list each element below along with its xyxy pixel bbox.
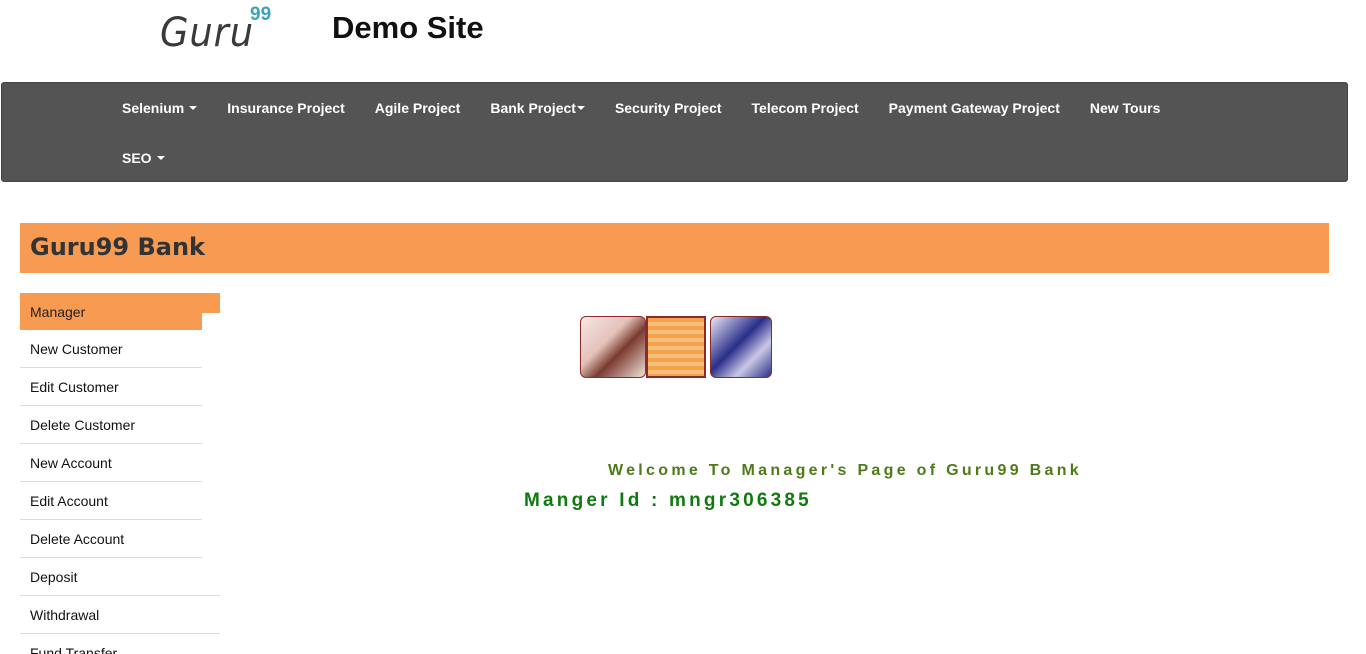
nav-payment-gateway-project[interactable]: Payment Gateway Project (874, 100, 1075, 116)
nav-new-tours[interactable]: New Tours (1075, 100, 1176, 116)
coins-stack-image (646, 316, 706, 378)
sidebar-item-label: Withdrawal (30, 606, 100, 623)
caret-down-icon (156, 156, 165, 160)
sidebar-item-withdrawal[interactable]: Withdrawal (20, 596, 220, 634)
site-title: Demo Site (332, 10, 484, 45)
sidebar-item-label: Delete Customer (30, 416, 136, 433)
nav-selenium[interactable]: Selenium (107, 100, 212, 116)
manager-id-text: Manger Id : mngr306385 (524, 490, 812, 511)
nav-bank-project[interactable]: Bank Project (475, 100, 600, 116)
sidebar-item-label: Deposit (30, 568, 78, 585)
nav-seo[interactable]: SEO (107, 150, 180, 166)
nav-selenium-label: Selenium (122, 100, 185, 116)
nav-agile-project[interactable]: Agile Project (360, 100, 476, 116)
nav-telecom-project[interactable]: Telecom Project (737, 100, 874, 116)
sidebar-item-new-customer[interactable]: New Customer (20, 330, 202, 368)
sidebar-item-label: Fund Transfer (30, 644, 118, 654)
logo-superscript: 99 (250, 4, 272, 25)
sidebar-item-delete-account[interactable]: Delete Account (20, 520, 202, 558)
nav-bank-project-label: Bank Project (490, 100, 576, 116)
sidebar-item-label: Edit Account (30, 492, 108, 509)
bank-banner: Guru99 Bank (20, 223, 1329, 273)
nav-seo-label: SEO (122, 150, 152, 166)
navbar-row-2: SEO (107, 133, 180, 183)
sidebar-menu: Manager New Customer Edit Customer Delet… (20, 293, 220, 654)
nav-insurance-project[interactable]: Insurance Project (212, 100, 360, 116)
nav-payment-gateway-project-label: Payment Gateway Project (888, 100, 1060, 116)
sidebar-item-label: New Account (30, 454, 112, 471)
sidebar-item-label: Manager (30, 303, 86, 320)
bank-title: Guru99 Bank (30, 233, 205, 261)
caret-down-icon (189, 106, 198, 110)
bank-banner-images (580, 316, 774, 380)
customer-photo-image (580, 316, 646, 378)
caret-down-icon (576, 106, 585, 110)
sidebar-item-label: New Customer (30, 340, 123, 357)
nav-telecom-project-label: Telecom Project (751, 100, 859, 116)
site-header: Guru 99 Demo Site (0, 0, 1366, 82)
navbar-row-1: Selenium Insurance Project Agile Project… (107, 83, 1175, 133)
sidebar-item-delete-customer[interactable]: Delete Customer (20, 406, 202, 444)
sidebar-item-manager[interactable]: Manager (20, 293, 220, 330)
sidebar-item-edit-account[interactable]: Edit Account (20, 482, 202, 520)
welcome-message: Welcome To Manager's Page of Guru99 Bank (608, 462, 1082, 479)
main-navbar: Selenium Insurance Project Agile Project… (1, 82, 1348, 182)
nav-insurance-project-label: Insurance Project (227, 100, 345, 116)
sidebar-item-label: Delete Account (30, 530, 125, 547)
sidebar-item-label: Edit Customer (30, 378, 119, 395)
sidebar-item-edit-customer[interactable]: Edit Customer (20, 368, 202, 406)
nav-new-tours-label: New Tours (1089, 100, 1161, 116)
logo-text: Guru (160, 10, 254, 56)
sidebar-item-fund-transfer[interactable]: Fund Transfer (20, 634, 220, 654)
nav-agile-project-label: Agile Project (374, 100, 461, 116)
sidebar-item-deposit[interactable]: Deposit (20, 558, 220, 596)
banker-photo-image (710, 316, 772, 378)
sidebar-item-new-account[interactable]: New Account (20, 444, 202, 482)
nav-security-project[interactable]: Security Project (600, 100, 737, 116)
active-tab-marker (202, 293, 220, 313)
guru99-logo[interactable]: Guru 99 (160, 4, 280, 56)
nav-security-project-label: Security Project (614, 100, 722, 116)
